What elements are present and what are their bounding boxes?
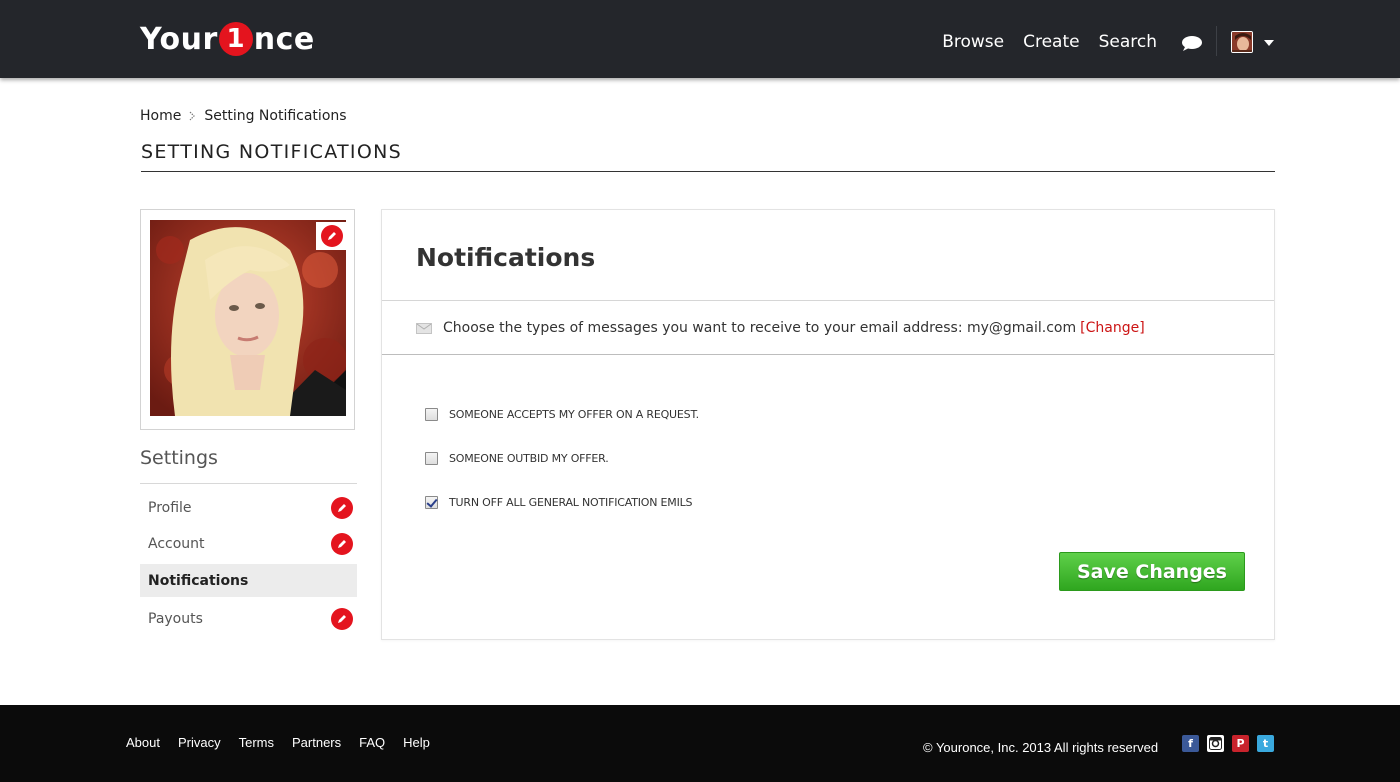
top-navbar: Your 1 nce Browse Create Search [0, 0, 1400, 78]
checkbox-outbid[interactable] [425, 451, 438, 465]
breadcrumb-current: Setting Notifications [204, 108, 347, 124]
footer-link-about[interactable]: About [126, 735, 160, 750]
settings-menu: Profile Account Notifications Payouts [140, 490, 357, 637]
settings-divider [140, 483, 357, 484]
sidebar-item-payouts[interactable]: Payouts [140, 601, 357, 637]
checkbox-offer-accepted[interactable] [425, 407, 438, 421]
panel-divider [382, 354, 1274, 355]
site-logo[interactable]: Your 1 nce [140, 18, 315, 60]
facebook-icon[interactable]: f [1182, 735, 1199, 752]
sidebar-item-label: Payouts [148, 611, 203, 627]
chevron-right-icon [189, 111, 196, 121]
user-avatar[interactable] [1231, 31, 1253, 53]
panel-title: Notifications [416, 243, 596, 272]
option-turn-off-all[interactable]: TURN OFF ALL GENERAL NOTIFICATION EMILS [425, 480, 699, 524]
logo-text-start: Your [140, 21, 218, 57]
pencil-icon [321, 225, 343, 247]
caret-down-icon[interactable] [1264, 40, 1274, 46]
instagram-icon[interactable] [1207, 735, 1224, 752]
pencil-icon[interactable] [331, 608, 353, 630]
notification-options: SOMEONE ACCEPTS MY OFFER ON A REQUEST. S… [425, 392, 699, 524]
twitter-icon[interactable]: t [1257, 735, 1274, 752]
edit-photo-button[interactable] [316, 222, 348, 250]
footer-links: About Privacy Terms Partners FAQ Help [126, 735, 430, 750]
copyright-text: © Youronce, Inc. 2013 All rights reserve… [923, 740, 1159, 755]
social-links: f P t [1182, 735, 1274, 752]
breadcrumb-home[interactable]: Home [140, 108, 181, 124]
pencil-icon[interactable] [331, 497, 353, 519]
option-label: TURN OFF ALL GENERAL NOTIFICATION EMILS [449, 495, 693, 509]
email-preference-line: Choose the types of messages you want to… [416, 320, 1145, 336]
sidebar-item-notifications[interactable]: Notifications [140, 564, 357, 597]
notifications-panel: Notifications Choose the types of messag… [381, 209, 1275, 640]
nav-search[interactable]: Search [1099, 32, 1157, 52]
nav-divider [1216, 26, 1217, 56]
footer-link-faq[interactable]: FAQ [359, 735, 385, 750]
option-offer-accepted[interactable]: SOMEONE ACCEPTS MY OFFER ON A REQUEST. [425, 392, 699, 436]
site-footer: About Privacy Terms Partners FAQ Help © … [0, 705, 1400, 782]
main-nav: Browse Create Search [942, 32, 1157, 52]
footer-link-privacy[interactable]: Privacy [178, 735, 221, 750]
sidebar-item-profile[interactable]: Profile [140, 490, 357, 526]
settings-heading: Settings [140, 447, 218, 469]
option-label: SOMEONE ACCEPTS MY OFFER ON A REQUEST. [449, 407, 699, 421]
sidebar-item-account[interactable]: Account [140, 526, 357, 562]
pencil-icon[interactable] [331, 533, 353, 555]
pinterest-icon[interactable]: P [1232, 735, 1249, 752]
title-divider [141, 171, 1275, 172]
save-changes-button[interactable]: Save Changes [1059, 552, 1245, 591]
footer-link-help[interactable]: Help [403, 735, 430, 750]
sidebar-item-label: Account [148, 536, 205, 552]
checkbox-turn-off-all[interactable] [425, 495, 438, 509]
footer-link-terms[interactable]: Terms [239, 735, 274, 750]
nav-create[interactable]: Create [1023, 32, 1080, 52]
chat-bubble-icon[interactable] [1181, 35, 1203, 51]
email-description: Choose the types of messages you want to… [443, 320, 1077, 336]
sidebar-item-label: Profile [148, 500, 192, 516]
nav-browse[interactable]: Browse [942, 32, 1004, 52]
page-title: SETTING NOTIFICATIONS [141, 141, 402, 163]
footer-link-partners[interactable]: Partners [292, 735, 341, 750]
option-label: SOMEONE OUTBID MY OFFER. [449, 451, 609, 465]
logo-badge: 1 [218, 22, 253, 56]
option-outbid[interactable]: SOMEONE OUTBID MY OFFER. [425, 436, 699, 480]
panel-divider [382, 300, 1274, 301]
mail-icon [416, 322, 432, 334]
sidebar-item-label: Notifications [148, 572, 249, 589]
breadcrumb: Home Setting Notifications [140, 108, 347, 124]
change-email-link[interactable]: [Change] [1080, 320, 1145, 336]
logo-text-end: nce [253, 21, 315, 57]
